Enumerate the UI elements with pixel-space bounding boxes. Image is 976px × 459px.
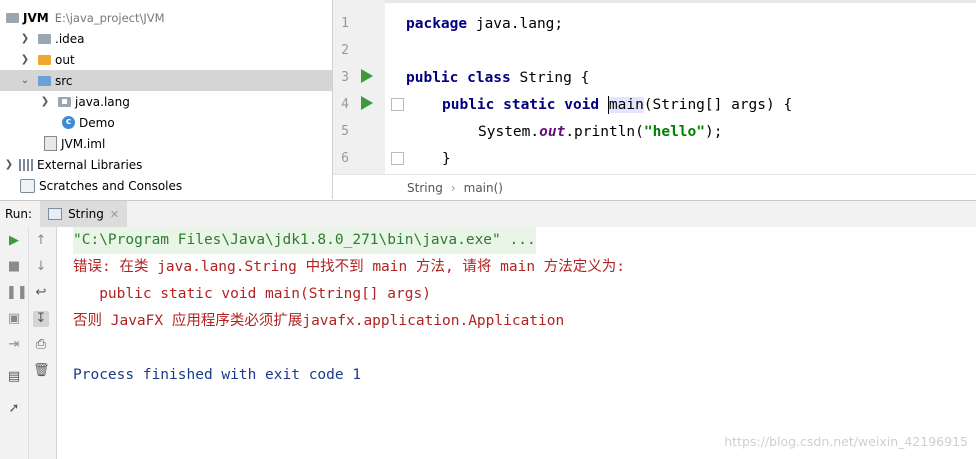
tree-item-scratches[interactable]: Scratches and Consoles (0, 175, 332, 196)
code-text: (String[] args) { (643, 97, 793, 113)
tree-item-label: src (55, 73, 73, 88)
editor-gutter: 1 2 3 4 5 6 (333, 0, 385, 174)
line-number: 1 (341, 16, 349, 31)
breadcrumb: String › main() (333, 174, 976, 200)
tree-item-label: java.lang (75, 94, 130, 109)
arrow-up-icon[interactable]: ↑ (33, 233, 49, 249)
code-line-3: public class String { (406, 65, 589, 92)
scratches-icon (20, 178, 35, 193)
package-icon (58, 96, 71, 107)
tree-root-path: E:\java_project\JVM (54, 10, 165, 25)
console-error-line: 否则 JavaFX 应用程序类必须扩展javafx.application.Ap… (73, 313, 565, 329)
tree-item-label: External Libraries (37, 157, 143, 172)
code-text: String { (510, 70, 590, 86)
console-exit-line: Process finished with exit code 1 (73, 367, 362, 383)
console-output[interactable]: "C:\Program Files\Java\jdk1.8.0_271\bin\… (57, 227, 976, 459)
class-icon: c (62, 116, 75, 129)
pin-icon[interactable]: ➚ (6, 401, 22, 417)
console-command-line: "C:\Program Files\Java\jdk1.8.0_271\bin\… (73, 227, 536, 254)
pause-icon[interactable]: ❚❚ (6, 285, 28, 301)
line-number: 5 (341, 124, 349, 139)
library-icon (19, 158, 33, 171)
fold-icon[interactable] (391, 152, 404, 165)
chevron-right-icon: › (450, 180, 456, 195)
console-error-line: 错误: 在类 java.lang.String 中找不到 main 方法, 请将… (73, 259, 626, 275)
tree-item-out[interactable]: ❯ out (0, 49, 332, 70)
code-line-5: System.out.println("hello"); (478, 119, 722, 146)
editor-tab-strip (333, 0, 976, 3)
run-toolbar: ▶ ■ ❚❚ ▣ ⇥ ▤ ➚ (0, 227, 29, 459)
run-config-icon (48, 208, 63, 220)
module-folder-icon (6, 12, 19, 23)
layout-icon[interactable]: ▤ (6, 369, 22, 385)
tab-run-string[interactable]: String ✕ (40, 201, 128, 227)
soft-wrap-icon[interactable]: ↩ (33, 285, 49, 301)
run-toolwindow-header: Run: String ✕ (0, 200, 976, 228)
keyword: public static void (442, 97, 600, 113)
camera-icon[interactable]: ▣ (6, 311, 22, 327)
code-editor[interactable]: 1 2 3 4 5 6 package java.lang; public cl… (333, 0, 976, 200)
trash-icon[interactable]: 🗑 (33, 363, 50, 379)
tree-item-label: Demo (79, 115, 115, 130)
tree-item-label: Scratches and Consoles (39, 178, 183, 193)
tree-item-external-libraries[interactable]: ❯ External Libraries (0, 154, 332, 175)
tree-item-java-lang[interactable]: ❯ java.lang (0, 91, 332, 112)
tree-item-src[interactable]: ⌄ src (0, 70, 332, 91)
method-name: main (608, 97, 644, 113)
string-literal: "hello" (643, 124, 705, 140)
tree-item-label: out (55, 52, 75, 67)
folder-icon (38, 33, 51, 44)
chevron-right-icon[interactable]: ❯ (18, 54, 32, 65)
breadcrumb-item-class[interactable]: String (407, 181, 443, 195)
fold-icon[interactable] (391, 98, 404, 111)
tree-item-label: JVM.iml (61, 136, 106, 151)
keyword: package (406, 16, 468, 32)
print-icon[interactable]: ⎙ (33, 337, 49, 353)
run-class-icon[interactable] (361, 69, 373, 83)
chevron-down-icon[interactable]: ⌄ (18, 75, 32, 86)
run-main-icon[interactable] (361, 96, 373, 110)
tree-item-iml[interactable]: JVM.iml (0, 133, 332, 154)
line-number: 6 (341, 151, 349, 166)
code-text: System. (478, 124, 540, 140)
tree-root[interactable]: JVM E:\java_project\JVM (0, 7, 332, 28)
console-error-line: public static void main(String[] args) (73, 286, 431, 302)
code-text: } (442, 151, 451, 167)
arrow-down-icon[interactable]: ↓ (33, 259, 49, 275)
module-file-icon (44, 136, 57, 151)
tree-item-label: .idea (55, 31, 85, 46)
project-panel: JVM E:\java_project\JVM ❯ .idea ❯ out ⌄ … (0, 0, 333, 199)
console-toolbar: ↑ ↓ ↩ ↧ ⎙ 🗑 (29, 227, 57, 459)
tree-item-idea[interactable]: ❯ .idea (0, 28, 332, 49)
code-text: java.lang; (467, 16, 564, 32)
source-folder-icon (38, 75, 51, 86)
login-icon[interactable]: ⇥ (6, 337, 22, 353)
tab-label: String (68, 207, 104, 221)
code-text: .println( (565, 124, 644, 140)
run-label: Run: (5, 207, 33, 221)
line-number: 3 (341, 70, 349, 85)
output-folder-icon (38, 54, 51, 65)
static-field: out (539, 124, 566, 140)
line-number: 2 (341, 43, 349, 58)
rerun-icon[interactable]: ▶ (6, 233, 22, 249)
keyword: public class (406, 70, 511, 86)
breadcrumb-item-method[interactable]: main() (464, 181, 503, 195)
chevron-right-icon[interactable]: ❯ (2, 159, 16, 170)
scroll-to-end-icon[interactable]: ↧ (33, 311, 49, 327)
code-text: ); (705, 124, 723, 140)
stop-icon[interactable]: ■ (6, 259, 22, 275)
code-line-1: package java.lang; (406, 11, 563, 38)
close-icon[interactable]: ✕ (110, 208, 119, 221)
watermark: https://blog.csdn.net/weixin_42196915 (724, 434, 968, 449)
code-line-4: public static void main(String[] args) { (442, 92, 792, 119)
chevron-right-icon[interactable]: ❯ (38, 96, 52, 107)
code-line-6: } (442, 146, 451, 173)
line-number: 4 (341, 97, 349, 112)
chevron-right-icon[interactable]: ❯ (18, 33, 32, 44)
tree-item-demo[interactable]: c Demo (0, 112, 332, 133)
tree-root-name: JVM (23, 10, 49, 25)
